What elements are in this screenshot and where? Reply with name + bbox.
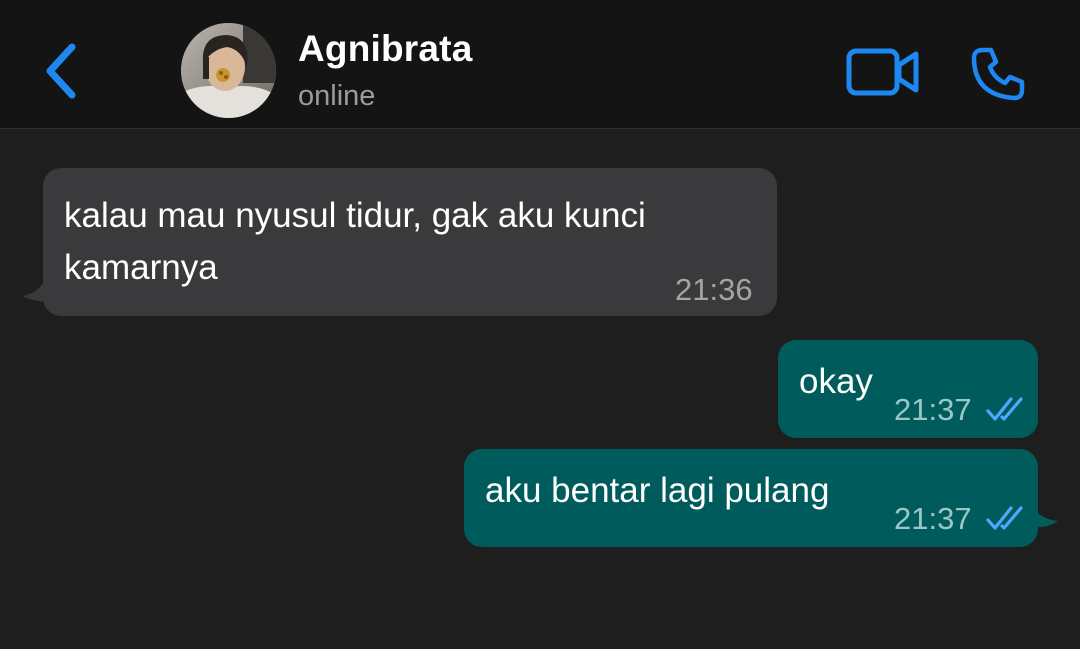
video-call-button[interactable]	[844, 44, 922, 100]
message-text: kalau mau nyusul tidur, gak aku kunci ka…	[64, 190, 753, 294]
message-text: okay	[799, 362, 873, 401]
message-outgoing[interactable]: okay 21:37	[778, 340, 1038, 438]
phone-icon	[971, 47, 1025, 101]
message-text: aku bentar lagi pulang	[485, 471, 830, 510]
message-time: 21:37	[894, 392, 972, 427]
chat-screen: Agnibrata online kalau mau nyusul tidur,…	[0, 0, 1080, 649]
contact-status: online	[298, 80, 376, 112]
message-line: kalau mau nyusul tidur, gak aku kunci	[64, 196, 646, 235]
chevron-left-icon	[46, 43, 76, 99]
read-receipt-icon	[986, 506, 1023, 530]
avatar-image	[181, 23, 276, 118]
contact-name[interactable]: Agnibrata	[298, 28, 472, 70]
video-camera-icon	[846, 48, 919, 96]
message-time: 21:37	[894, 501, 972, 536]
message-time: 21:36	[675, 272, 753, 307]
message-outgoing[interactable]: aku bentar lagi pulang 21:37	[464, 449, 1038, 547]
avatar[interactable]	[181, 23, 276, 118]
message-line: kamarnya	[64, 248, 218, 287]
message-incoming[interactable]: kalau mau nyusul tidur, gak aku kunci ka…	[43, 168, 777, 316]
read-receipt-icon	[986, 397, 1023, 421]
voice-call-button[interactable]	[966, 42, 1030, 106]
chat-header: Agnibrata online	[0, 0, 1080, 129]
back-button[interactable]	[30, 36, 90, 106]
